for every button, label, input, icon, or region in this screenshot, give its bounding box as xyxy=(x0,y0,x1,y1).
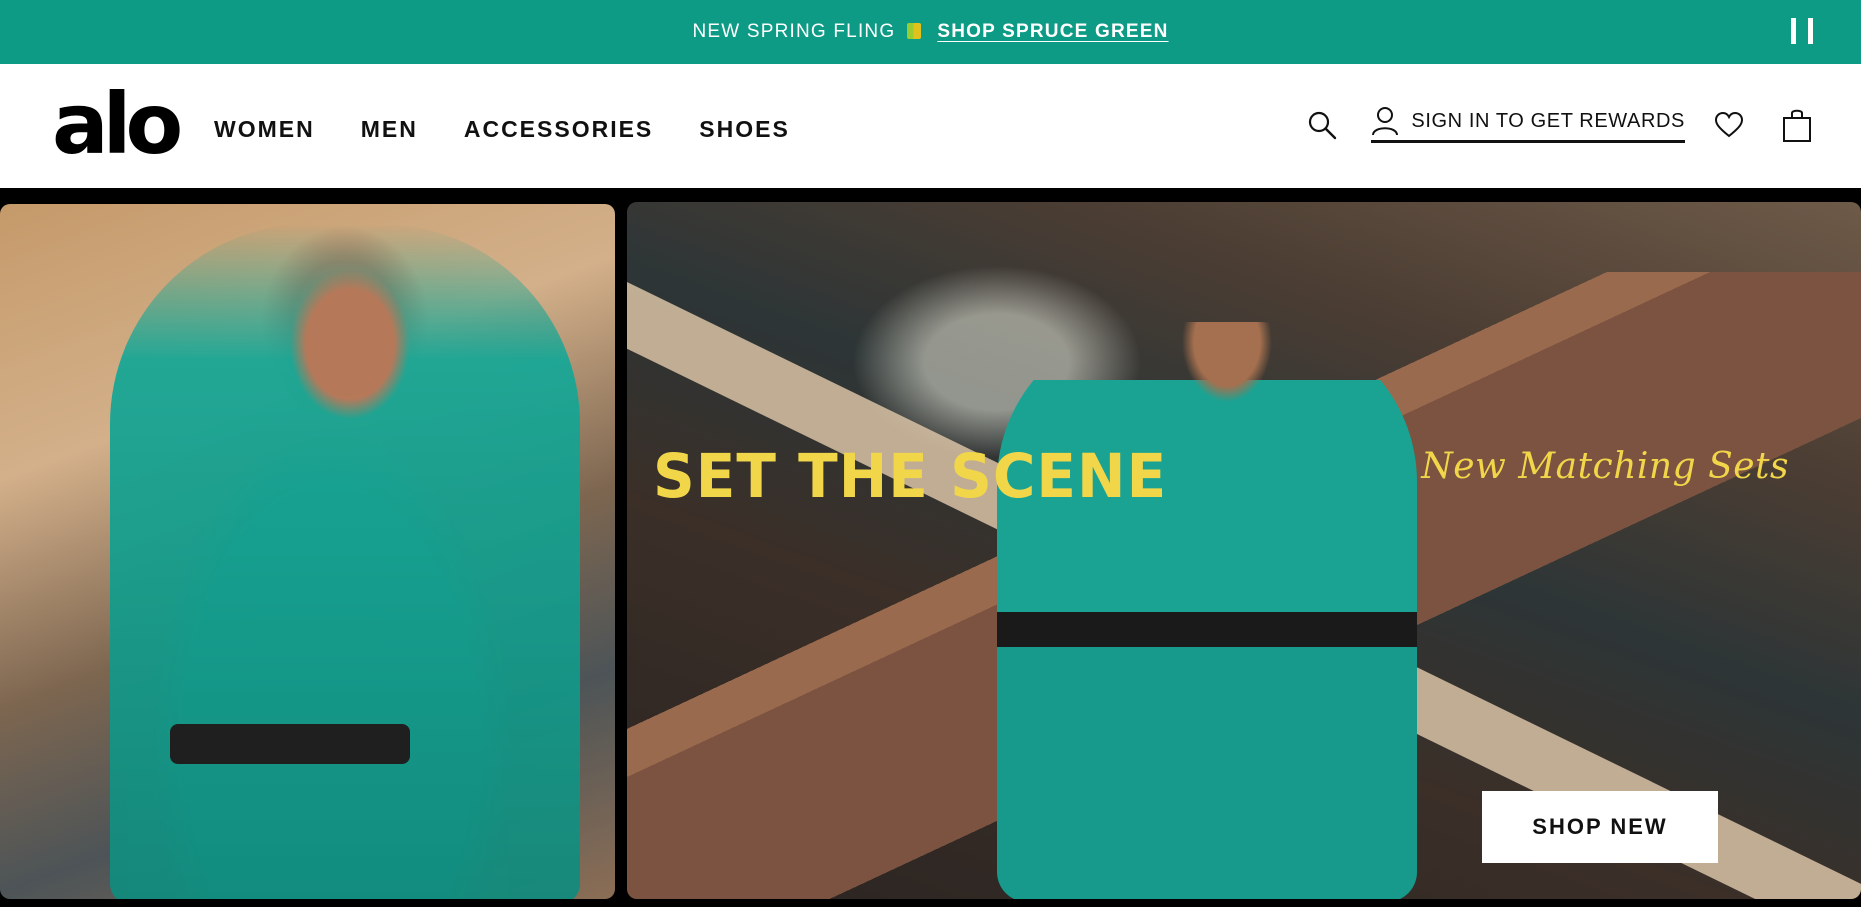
model-right xyxy=(997,322,1417,899)
nav-item-men[interactable]: MEN xyxy=(361,116,418,143)
nav-item-women[interactable]: WOMEN xyxy=(214,116,315,143)
site-header: alo WOMEN MEN ACCESSORIES SHOES SIGN IN … xyxy=(0,64,1861,188)
shopping-bag-icon[interactable] xyxy=(1783,108,1811,142)
waistband xyxy=(170,724,410,764)
model-left xyxy=(110,224,580,899)
header-actions: SIGN IN TO GET REWARDS xyxy=(1307,106,1811,143)
hero-title: SET THE SCENE xyxy=(653,440,1168,512)
nav-item-shoes[interactable]: SHOES xyxy=(699,116,790,143)
gift-icon xyxy=(907,23,922,39)
logo[interactable]: alo xyxy=(52,74,183,174)
nav-item-accessories[interactable]: ACCESSORIES xyxy=(464,116,653,143)
promo-text: NEW SPRING FLING xyxy=(692,21,896,42)
heart-icon[interactable] xyxy=(1715,111,1743,138)
main-nav: WOMEN MEN ACCESSORIES SHOES xyxy=(214,116,790,143)
search-icon[interactable] xyxy=(1307,110,1337,140)
hero-image-left[interactable] xyxy=(0,204,615,899)
pause-icon[interactable] xyxy=(1791,18,1813,44)
hero-subtitle: New Matching Sets xyxy=(1421,446,1789,487)
promo-link[interactable]: SHOP SPRUCE GREEN xyxy=(937,21,1168,43)
shop-new-button[interactable]: SHOP NEW xyxy=(1482,791,1718,863)
sign-in-link[interactable]: SIGN IN TO GET REWARDS xyxy=(1371,106,1685,143)
sign-in-label: SIGN IN TO GET REWARDS xyxy=(1411,109,1685,132)
user-icon xyxy=(1371,106,1399,136)
promo-bar: NEW SPRING FLING SHOP SPRUCE GREEN xyxy=(0,0,1861,64)
